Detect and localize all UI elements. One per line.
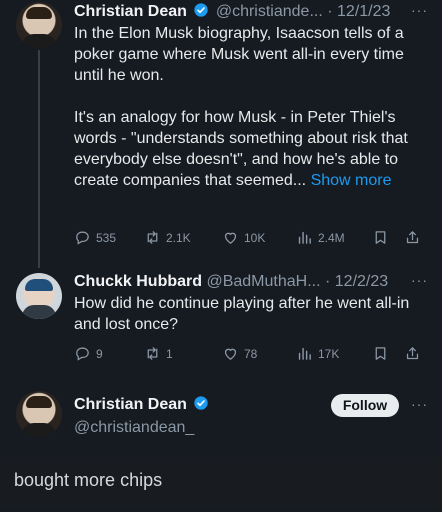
reply-area: bought more chips (0, 457, 442, 509)
reply-count: 535 (96, 230, 117, 245)
more-options-icon[interactable]: ··· (411, 2, 428, 18)
follow-button[interactable]: Follow (331, 394, 399, 417)
reply-icon (76, 231, 89, 245)
tweet-actions: 9 1 78 17K (74, 345, 426, 363)
bookmark-icon (375, 231, 386, 244)
tweet-thread: Christian Dean @christiande... · 12/1/23… (0, 0, 442, 512)
more-options-icon[interactable]: ··· (411, 272, 428, 288)
tweet-text: In the Elon Musk biography, Isaacson tel… (74, 23, 428, 191)
tweet-body: In the Elon Musk biography, Isaacson tel… (74, 25, 408, 189)
author-handle[interactable]: @christiande... (216, 3, 323, 20)
like-button[interactable]: 78 (222, 345, 257, 362)
author-handle[interactable]: @christiandean_ (74, 418, 194, 438)
retweet-count: 1 (166, 346, 173, 361)
reply-button[interactable]: 535 (74, 229, 116, 246)
avatar[interactable] (16, 273, 62, 319)
views-button[interactable]: 2.4M (296, 229, 345, 246)
views-icon (298, 347, 311, 360)
retweet-icon (147, 231, 158, 244)
like-count: 10K (244, 230, 266, 245)
retweet-button[interactable]: 1 (144, 345, 173, 362)
share-icon (406, 231, 419, 244)
tweet-text: How did he continue playing after he wen… (74, 295, 410, 333)
like-count: 78 (244, 346, 258, 361)
share-icon (406, 347, 419, 360)
retweet-icon (147, 347, 158, 360)
like-button[interactable]: 10K (222, 229, 265, 246)
share-button[interactable] (404, 229, 421, 246)
more-options-icon[interactable]: ··· (411, 396, 428, 412)
tweet-1[interactable]: Christian Dean @christiande... · 12/1/23… (0, 0, 442, 255)
tweet-date[interactable]: 12/2/23 (335, 273, 388, 290)
reply-button[interactable]: 9 (74, 345, 103, 362)
reply-count: 9 (96, 346, 103, 361)
tweet-actions: 535 2.1K 10K 2.4M (74, 229, 426, 247)
views-count: 17K (318, 346, 340, 361)
views-count: 2.4M (318, 230, 345, 245)
share-button[interactable] (404, 345, 421, 362)
verified-icon (194, 396, 209, 410)
tweet-2[interactable]: Chuckk Hubbard @BadMuthaH... · 12/2/23 ·… (0, 268, 442, 378)
author-name[interactable]: Christian Dean (74, 396, 187, 413)
retweet-button[interactable]: 2.1K (144, 229, 191, 246)
bookmark-button[interactable] (372, 229, 389, 246)
author-name[interactable]: Christian Dean (74, 3, 187, 20)
avatar[interactable] (16, 2, 62, 48)
bookmark-button[interactable] (372, 345, 389, 362)
tweet-header: Christian Dean (74, 395, 211, 415)
verified-icon (194, 3, 209, 17)
author-name[interactable]: Chuckk Hubbard (74, 273, 202, 290)
tweet-date[interactable]: 12/1/23 (337, 3, 390, 20)
avatar[interactable] (16, 391, 62, 437)
tweet-header: Chuckk Hubbard @BadMuthaH... · 12/2/23 (74, 273, 389, 290)
author-handle[interactable]: @BadMuthaH... (206, 273, 320, 290)
retweet-count: 2.1K (166, 230, 191, 245)
views-button[interactable]: 17K (296, 345, 339, 362)
reply-text: bought more chips (14, 470, 163, 490)
heart-icon (224, 232, 237, 244)
show-more-link[interactable]: Show more (311, 172, 392, 189)
reply-icon (76, 347, 89, 361)
views-icon (298, 231, 311, 244)
tweet-header: Christian Dean @christiande... · 12/1/23 (74, 3, 391, 20)
heart-icon (224, 348, 237, 360)
bookmark-icon (375, 347, 386, 360)
